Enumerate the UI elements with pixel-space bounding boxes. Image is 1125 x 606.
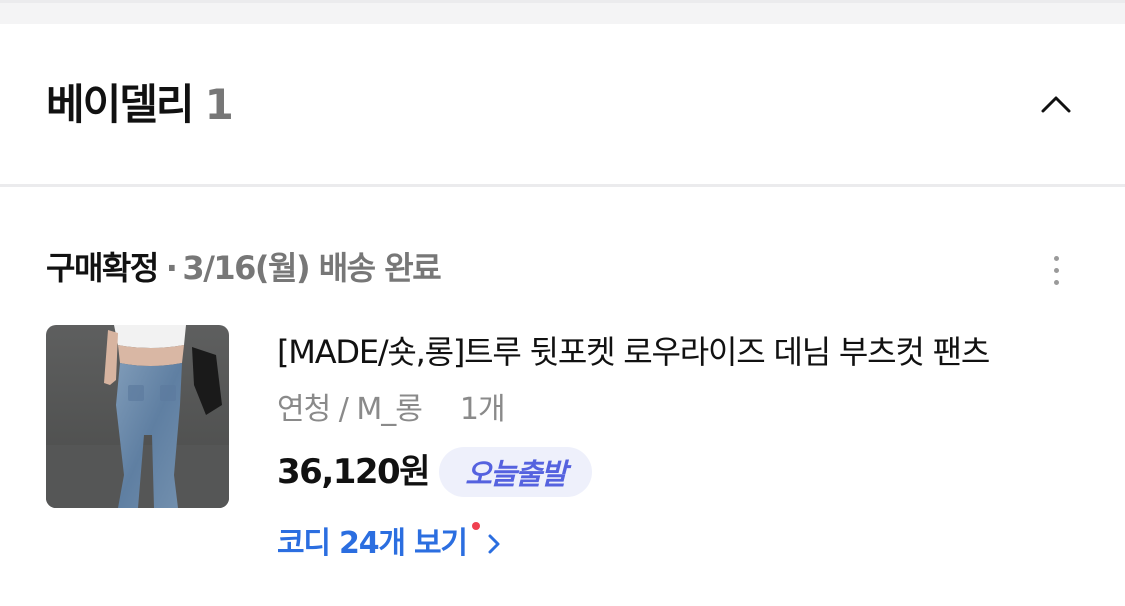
chevron-up-icon — [1040, 94, 1072, 118]
same-day-shipping-badge: 오늘출발 — [439, 447, 592, 497]
delivery-status: 3/16(월) 배송 완료 — [182, 249, 441, 287]
status-separator: · — [165, 249, 178, 287]
store-name: 베이델리 — [46, 80, 195, 129]
store-title: 베이델리 1 — [46, 80, 234, 130]
chevron-right-icon — [486, 531, 502, 557]
collapse-button[interactable] — [1034, 86, 1078, 126]
view-coordi-link[interactable]: 코디 24개 보기 — [277, 522, 502, 566]
divider — [0, 184, 1125, 187]
order-status-line: 구매확정 · 3/16(월) 배송 완료 — [46, 246, 442, 290]
product-name[interactable]: [MADE/숏,롱]트루 뒷포켓 로우라이즈 데님 부츠컷 팬츠 — [277, 330, 997, 374]
product-price: 36,120원 — [277, 452, 430, 492]
section-gap — [0, 0, 1125, 24]
order-status: 구매확정 — [46, 249, 159, 287]
product-thumbnail[interactable] — [46, 325, 229, 508]
store-item-count: 1 — [204, 80, 234, 129]
new-notification-dot — [471, 522, 480, 530]
more-vertical-icon — [1053, 255, 1059, 261]
product-option: 연청 / M_롱 — [277, 392, 423, 427]
coordi-link-label: 코디 24개 보기 — [277, 526, 468, 561]
more-options-button[interactable] — [1036, 248, 1076, 292]
product-option-line: 연청 / M_롱 1개 — [277, 390, 506, 430]
store-header[interactable]: 베이델리 1 — [0, 24, 1125, 186]
product-image — [46, 325, 229, 508]
product-quantity: 1개 — [459, 392, 506, 427]
